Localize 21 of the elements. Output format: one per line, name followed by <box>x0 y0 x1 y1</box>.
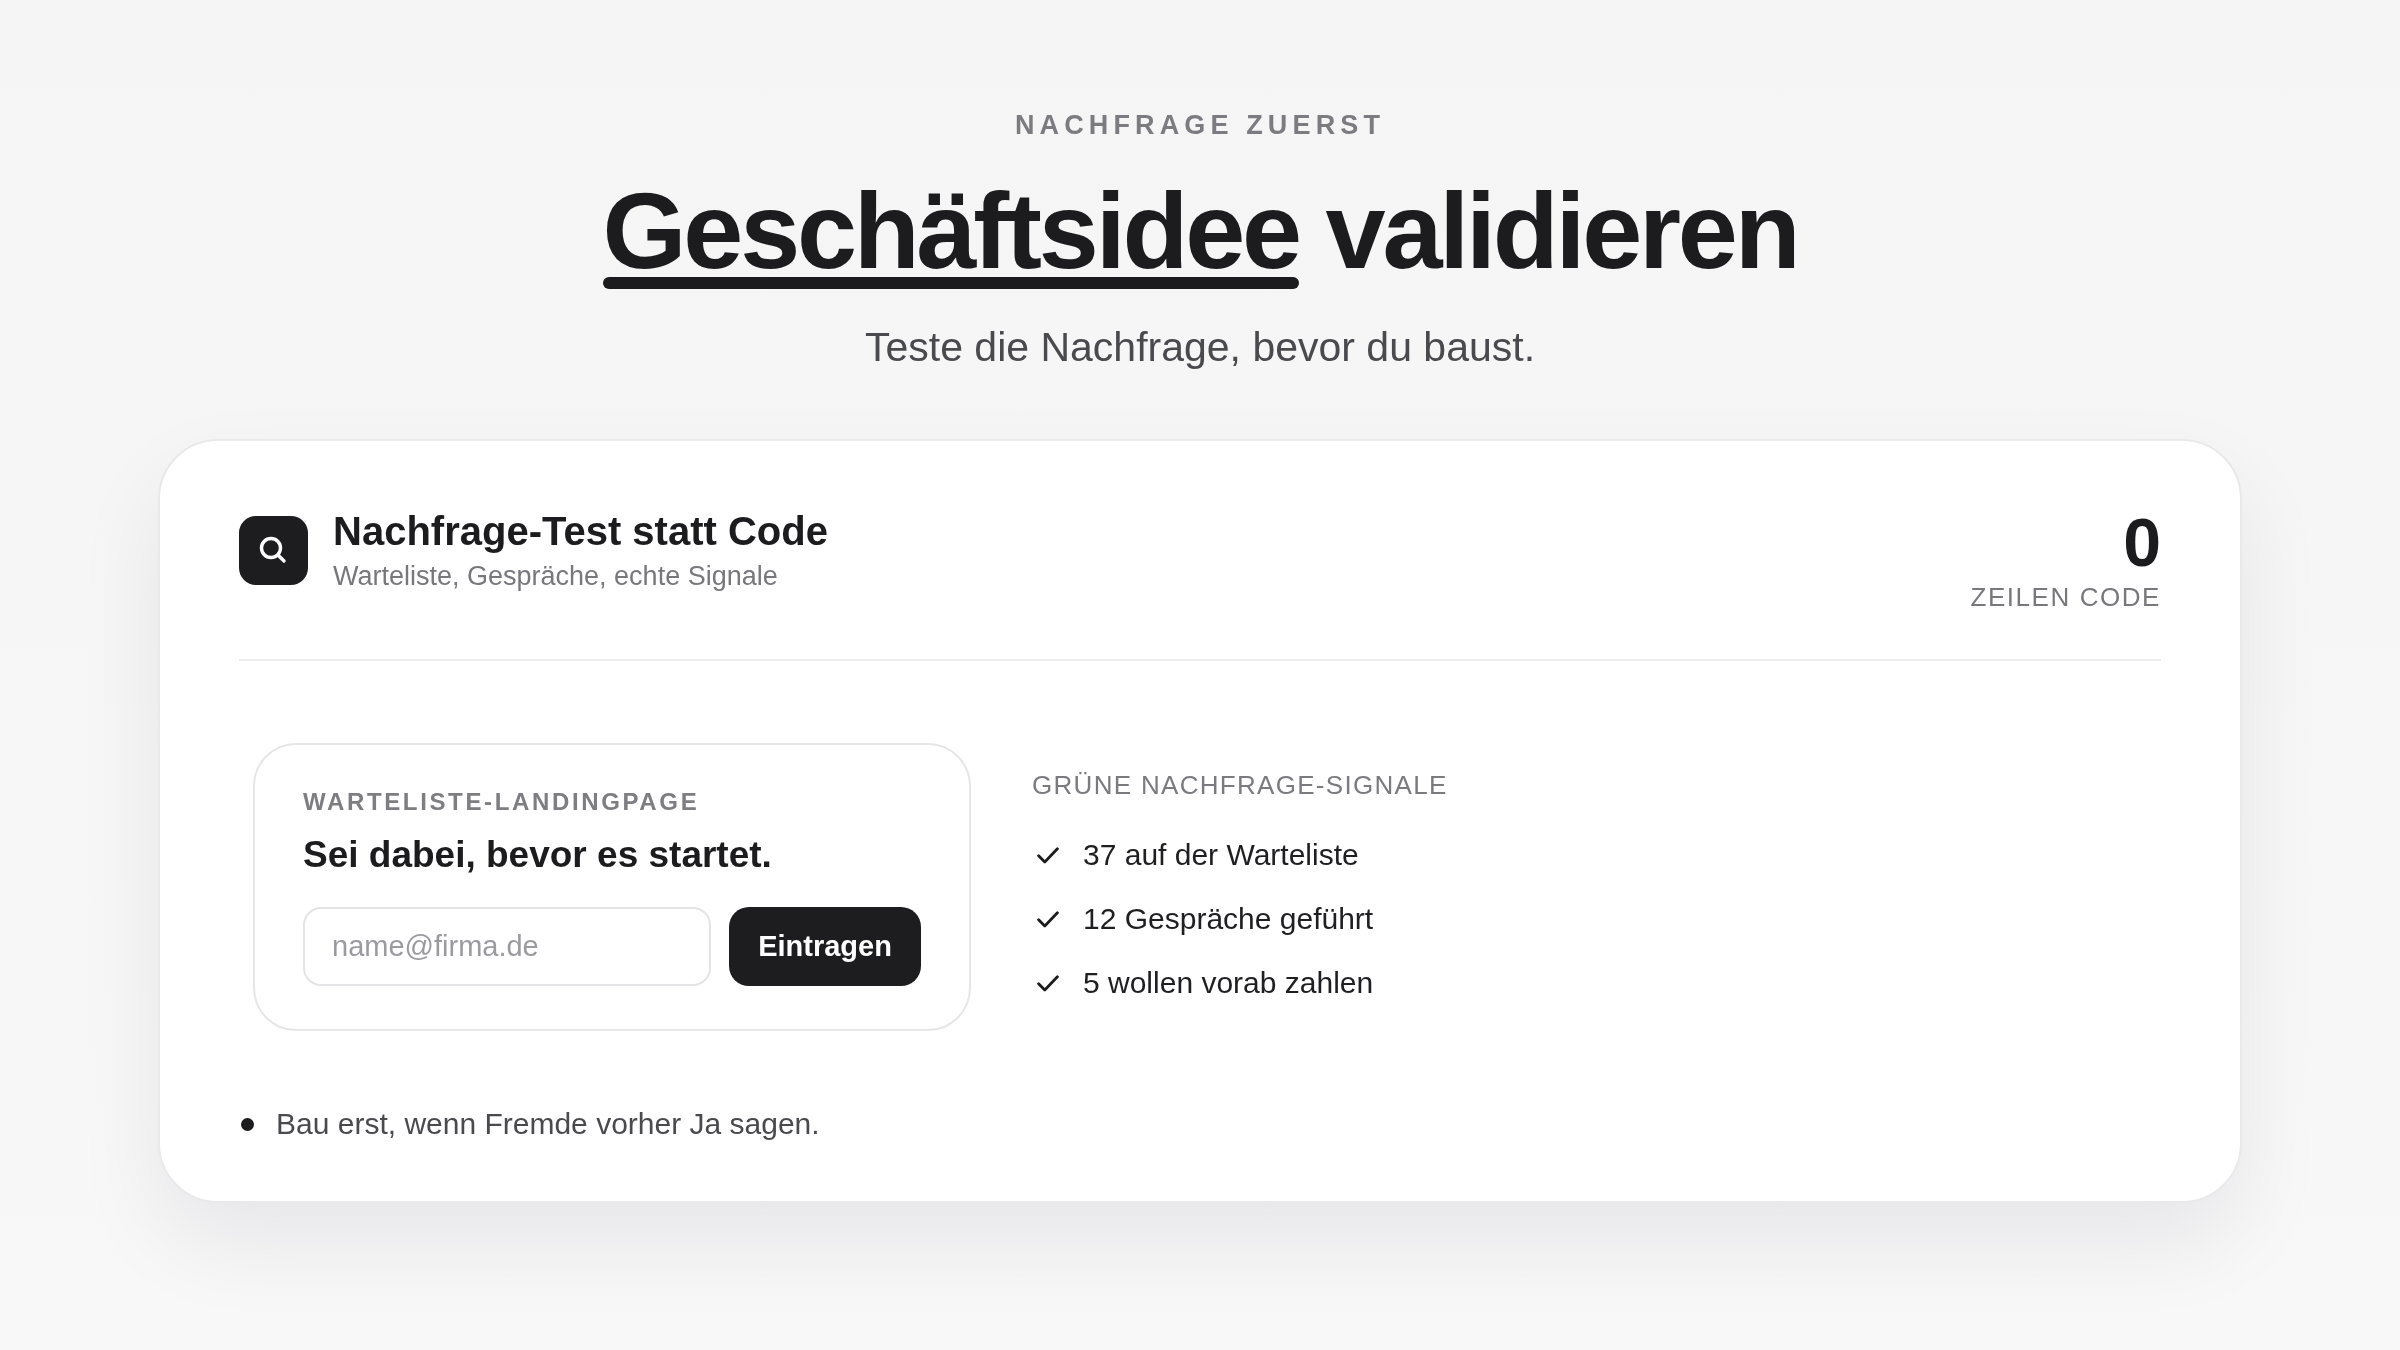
search-icon <box>239 515 308 585</box>
check-icon <box>1037 846 1059 864</box>
card-title: Nachfrage-Test statt Code <box>333 508 828 554</box>
check-icon <box>1037 974 1059 992</box>
eyebrow-label: NACHFRAGE ZUERST <box>1014 109 1386 141</box>
page-headline: Geschäftsidee validieren <box>602 171 1798 290</box>
stat-label: ZEILEN CODE <box>1970 582 2161 613</box>
email-field[interactable]: name@firma.de <box>303 907 711 986</box>
signals-heading: GRÜNE NACHFRAGE-SIGNALE <box>1032 770 1448 801</box>
signal-text: 37 auf der Warteliste <box>1083 837 1359 873</box>
preview-label: WARTELISTE-LANDINGPAGE <box>303 787 701 816</box>
preview-heading: Sei dabei, bevor es startet. <box>303 833 773 877</box>
page-subtitle: Teste die Nachfrage, bevor du baust. <box>864 323 1536 372</box>
signal-text: 5 wollen vorab zahlen <box>1083 965 1374 1001</box>
signal-text: 12 Gespräche geführt <box>1083 901 1374 937</box>
stat-value: 0 <box>2123 508 2161 576</box>
card-subtitle: Warteliste, Gespräche, echte Signale <box>333 560 779 592</box>
submit-button[interactable]: Eintragen <box>729 907 921 986</box>
check-icon <box>1037 910 1059 928</box>
bullet-icon <box>241 1117 254 1131</box>
note-text: Bau erst, wenn Fremde vorher Ja sagen. <box>276 1106 820 1142</box>
